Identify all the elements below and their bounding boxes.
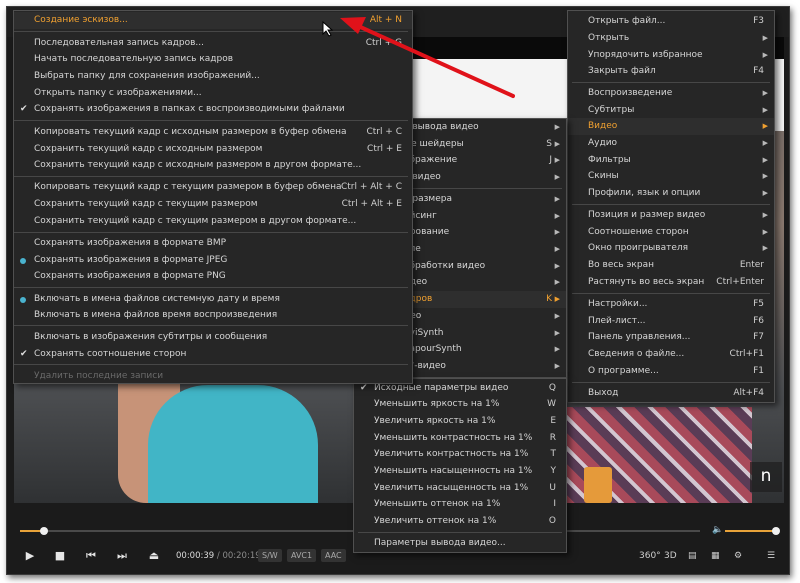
annotation-arrow-head	[340, 17, 366, 34]
mouse-cursor-icon	[322, 21, 334, 37]
annotation-arrow-shaft	[354, 23, 515, 98]
annotation-arrow	[340, 17, 515, 98]
